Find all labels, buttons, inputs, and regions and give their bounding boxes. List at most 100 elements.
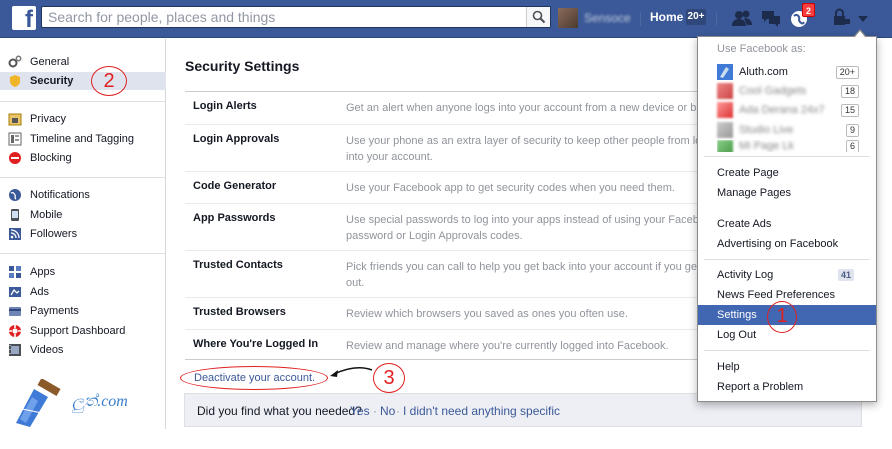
sidebar-item-privacy[interactable]: Privacy bbox=[8, 110, 166, 128]
profile-name: Sensoce bbox=[584, 11, 631, 25]
account-dropdown-menu: Use Facebook as: Aluth.com 20+ Cool Gadg… bbox=[697, 36, 877, 402]
account-name: Cool Gadgets bbox=[739, 85, 807, 97]
account-avatar bbox=[717, 83, 733, 99]
messages-icon[interactable] bbox=[760, 7, 782, 29]
menu-item-report-problem[interactable]: Report a Problem bbox=[698, 377, 876, 397]
notifications-count-badge: 2 bbox=[802, 3, 815, 17]
setting-row-login-approvals[interactable]: Login Approvals Use your phone as an ext… bbox=[185, 124, 705, 171]
account-count-badge: 9 bbox=[845, 123, 859, 137]
setting-description: Get an alert when anyone logs into your … bbox=[346, 102, 697, 114]
page-title: Security Settings bbox=[185, 58, 300, 74]
lock-icon bbox=[8, 113, 22, 126]
dropdown-pointer-inner bbox=[854, 31, 866, 38]
table-bottom-divider bbox=[185, 359, 705, 360]
menu-item-activity-log[interactable]: Activity Log 41 bbox=[698, 265, 876, 285]
menu-item-manage-pages[interactable]: Manage Pages bbox=[698, 183, 876, 203]
menu-divider bbox=[704, 350, 870, 351]
setting-row-login-alerts[interactable]: Login Alerts Get an alert when anyone lo… bbox=[185, 91, 705, 124]
sidebar-item-general[interactable]: General bbox=[8, 53, 166, 71]
setting-label: Login Alerts bbox=[193, 100, 257, 112]
facebook-logo[interactable]: f bbox=[12, 6, 36, 32]
menu-divider bbox=[704, 156, 870, 157]
setting-description: Review and manage where you're currently… bbox=[346, 340, 669, 352]
menu-item-create-page[interactable]: Create Page bbox=[698, 163, 876, 183]
setting-row-trusted-contacts[interactable]: Trusted Contacts Pick friends you can ca… bbox=[185, 250, 705, 297]
annotation-arrow-icon bbox=[330, 367, 373, 377]
phone-icon bbox=[11, 209, 19, 221]
menu-item-advertising[interactable]: Advertising on Facebook bbox=[698, 234, 876, 254]
privacy-shortcuts-icon[interactable] bbox=[830, 7, 852, 29]
account-avatar bbox=[717, 122, 733, 138]
account-count-badge: 15 bbox=[840, 103, 859, 117]
menu-item-help[interactable]: Help bbox=[698, 357, 876, 377]
annotation-number-2: 2 bbox=[103, 70, 115, 92]
feedback-question: Did you find what you needed? bbox=[197, 404, 362, 418]
setting-label: Trusted Contacts bbox=[193, 259, 283, 271]
setting-label: Trusted Browsers bbox=[193, 306, 286, 318]
account-item[interactable]: Mi Page Lk 6 bbox=[717, 140, 859, 152]
sidebar-item-mobile[interactable]: Mobile bbox=[8, 206, 166, 224]
settings-sidebar: General Security Privacy Timeline and Ta… bbox=[0, 39, 166, 429]
menu-item-create-ads[interactable]: Create Ads bbox=[698, 214, 876, 234]
setting-label: Where You're Logged In bbox=[193, 338, 319, 350]
feedback-yes-link[interactable]: Yes bbox=[350, 404, 370, 418]
feedback-skip-link[interactable]: I didn't need anything specific bbox=[403, 404, 560, 418]
sidebar-item-label: Privacy bbox=[30, 113, 67, 125]
divider bbox=[716, 12, 717, 26]
setting-description: Review which browsers you saved as ones … bbox=[346, 308, 628, 320]
account-avatar bbox=[717, 102, 733, 118]
setting-row-app-passwords[interactable]: App Passwords Use special passwords to l… bbox=[185, 203, 705, 250]
setting-label: App Passwords bbox=[193, 212, 276, 224]
account-item[interactable]: Ada Derana 24x7 15 bbox=[717, 101, 859, 119]
avatar bbox=[558, 8, 578, 28]
search-button[interactable] bbox=[526, 7, 550, 27]
sidebar-item-videos[interactable]: Videos bbox=[8, 341, 166, 359]
sidebar-item-notifications[interactable]: Notifications bbox=[8, 186, 166, 204]
account-avatar bbox=[717, 140, 733, 152]
sidebar-item-ads[interactable]: Ads bbox=[8, 283, 166, 301]
sidebar-item-label: Mobile bbox=[30, 209, 63, 221]
friend-requests-icon[interactable] bbox=[731, 7, 753, 29]
setting-label: Code Generator bbox=[193, 180, 277, 192]
gears-icon bbox=[8, 55, 22, 68]
account-count-badge: 18 bbox=[840, 84, 859, 98]
sidebar-item-label: Videos bbox=[30, 344, 64, 356]
setting-row-where-logged-in[interactable]: Where You're Logged In Review and manage… bbox=[185, 329, 705, 359]
sidebar-item-timeline[interactable]: Timeline and Tagging bbox=[8, 130, 166, 148]
globe-icon bbox=[9, 189, 21, 201]
setting-row-trusted-browsers[interactable]: Trusted Browsers Review which browsers y… bbox=[185, 297, 705, 329]
account-item[interactable]: Studio Live 9 bbox=[717, 121, 859, 139]
timeline-icon bbox=[8, 132, 22, 146]
search-input[interactable] bbox=[42, 7, 522, 27]
shield-icon bbox=[10, 75, 20, 87]
sidebar-item-label: Apps bbox=[30, 266, 56, 278]
sidebar-divider bbox=[0, 253, 166, 254]
feedback-separator: · bbox=[373, 404, 377, 418]
sidebar-item-label: Security bbox=[30, 75, 74, 87]
sidebar-item-label: Timeline and Tagging bbox=[30, 133, 134, 145]
sidebar-item-blocking[interactable]: Blocking bbox=[8, 149, 166, 167]
setting-description: Use your Facebook app to get security co… bbox=[346, 182, 675, 194]
sidebar-divider bbox=[0, 101, 166, 102]
divider bbox=[640, 12, 641, 26]
sidebar-item-apps[interactable]: Apps bbox=[8, 263, 166, 281]
account-item[interactable]: Aluth.com 20+ bbox=[717, 63, 859, 81]
sidebar-item-followers[interactable]: Followers bbox=[8, 225, 166, 243]
credit-card-icon bbox=[9, 307, 21, 316]
account-menu-arrow-icon[interactable] bbox=[852, 7, 874, 29]
home-link[interactable]: Home bbox=[650, 10, 683, 24]
feedback-no-link[interactable]: No bbox=[380, 404, 395, 418]
sidebar-item-payments[interactable]: Payments bbox=[8, 302, 166, 320]
sidebar-item-label: Followers bbox=[30, 228, 78, 240]
menu-item-label: Activity Log bbox=[717, 269, 774, 281]
sidebar-item-support[interactable]: Support Dashboard bbox=[8, 322, 166, 340]
menu-divider bbox=[704, 259, 870, 260]
sidebar-item-security[interactable]: Security bbox=[0, 72, 166, 90]
account-item[interactable]: Cool Gadgets 18 bbox=[717, 82, 859, 100]
ads-icon bbox=[9, 287, 21, 297]
account-avatar bbox=[717, 64, 733, 80]
annotation-number-3: 3 bbox=[383, 367, 395, 389]
home-count-badge: 20+ bbox=[686, 9, 706, 25]
account-name: Aluth.com bbox=[739, 66, 788, 78]
setting-row-code-generator[interactable]: Code Generator Use your Facebook app to … bbox=[185, 171, 705, 203]
